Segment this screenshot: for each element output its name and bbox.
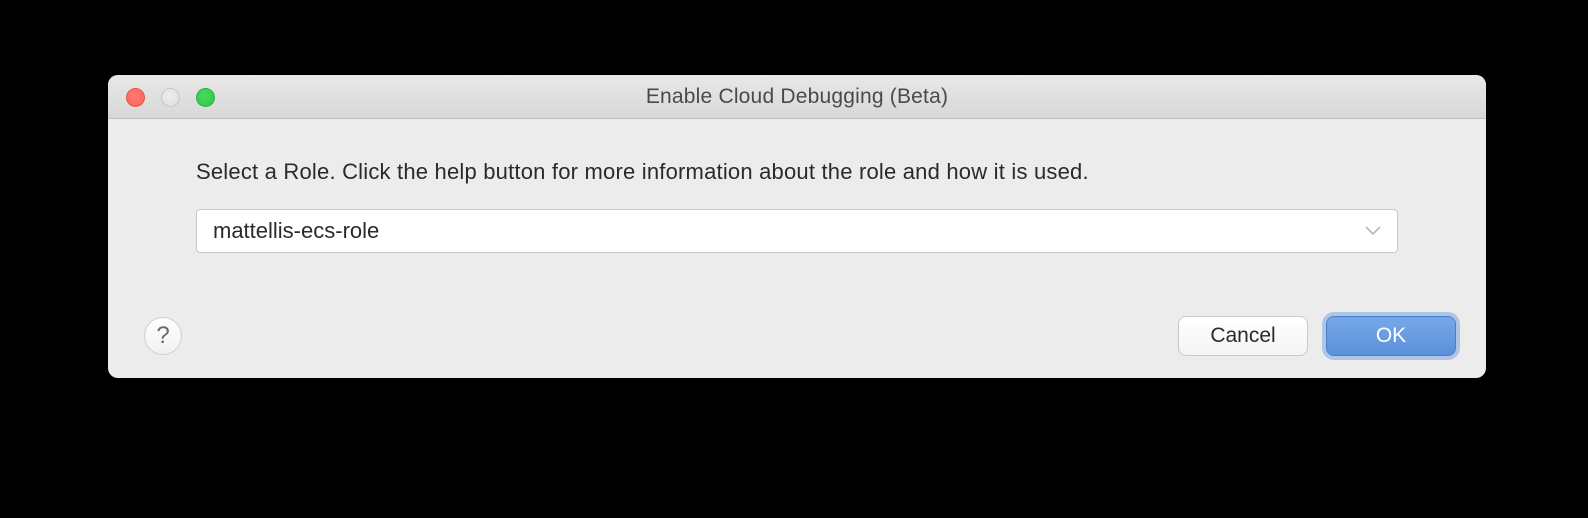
- role-select[interactable]: mattellis-ecs-role: [196, 209, 1398, 253]
- cancel-button[interactable]: Cancel: [1178, 316, 1308, 356]
- chevron-down-icon: [1365, 226, 1381, 236]
- dialog-footer: ? Cancel OK: [108, 316, 1486, 356]
- ok-button[interactable]: OK: [1326, 316, 1456, 356]
- maximize-window-button[interactable]: [196, 88, 215, 107]
- traffic-lights: [126, 88, 215, 107]
- window-title: Enable Cloud Debugging (Beta): [108, 85, 1486, 109]
- help-icon: ?: [156, 322, 169, 350]
- dialog-content: Select a Role. Click the help button for…: [108, 119, 1486, 253]
- minimize-window-button[interactable]: [161, 88, 180, 107]
- instruction-text: Select a Role. Click the help button for…: [196, 159, 1398, 185]
- ok-button-label: OK: [1376, 324, 1406, 348]
- close-window-button[interactable]: [126, 88, 145, 107]
- titlebar: Enable Cloud Debugging (Beta): [108, 75, 1486, 119]
- help-button[interactable]: ?: [144, 317, 182, 355]
- cancel-button-label: Cancel: [1210, 324, 1275, 348]
- role-select-value: mattellis-ecs-role: [213, 218, 379, 244]
- dialog-window: Enable Cloud Debugging (Beta) Select a R…: [108, 75, 1486, 378]
